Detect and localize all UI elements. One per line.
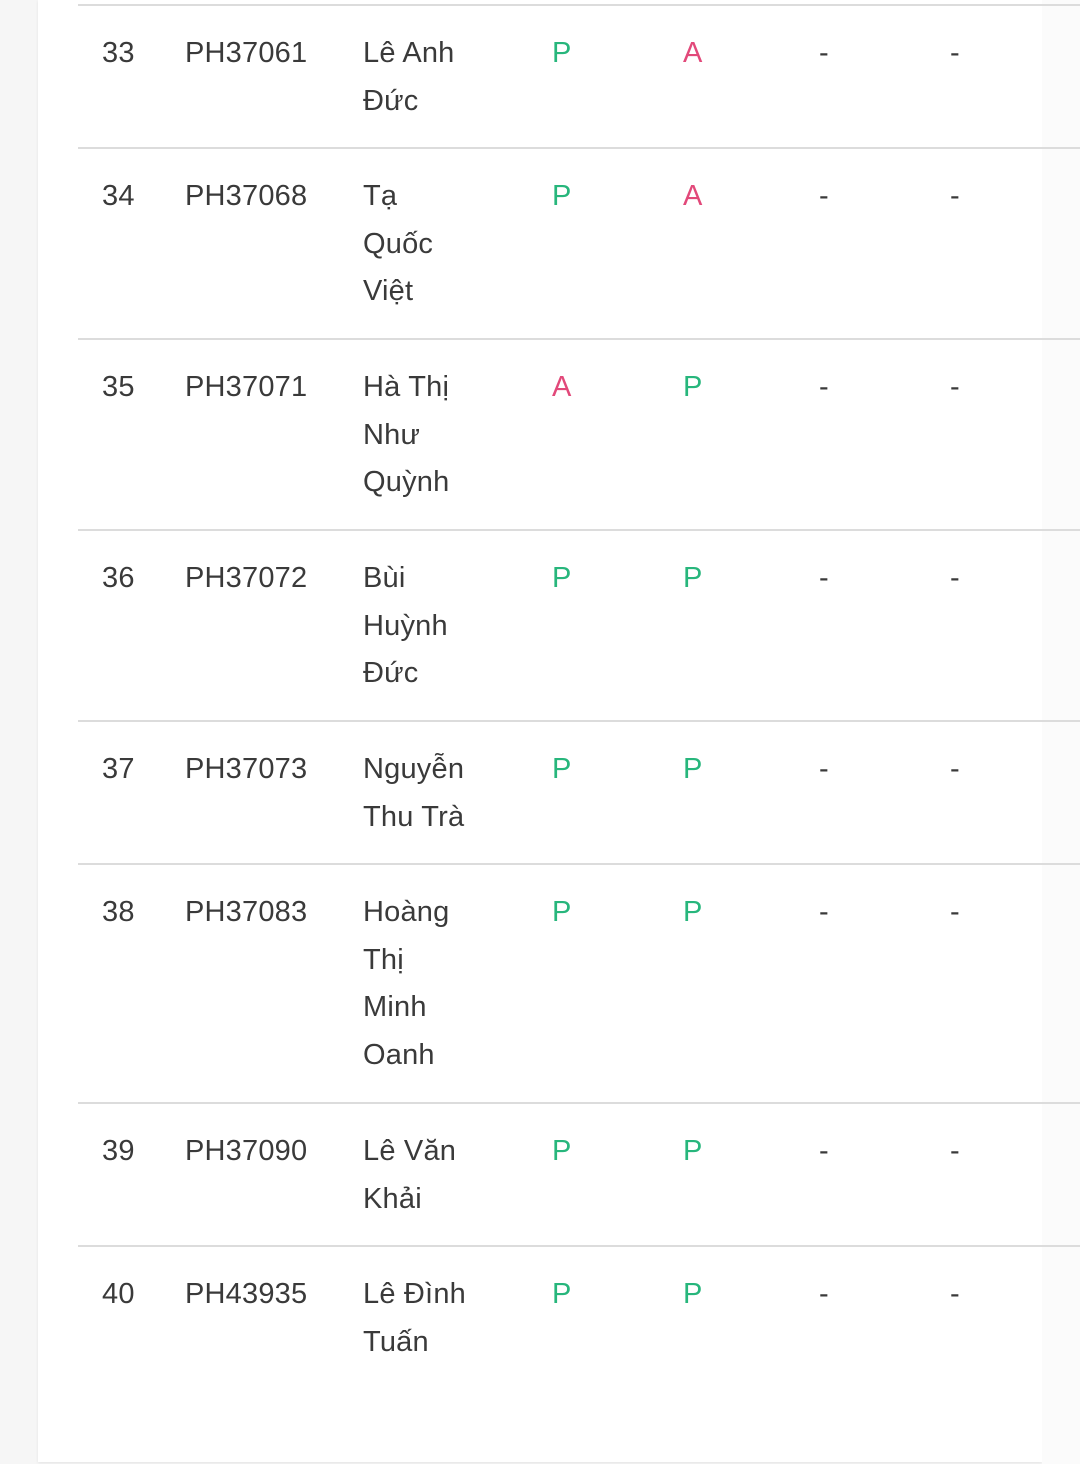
table-row: 37 PH37073 Nguyễn Thu Trà P P - - [0, 722, 1080, 865]
session-3-status: - [819, 180, 829, 212]
student-name: Hà Thị Như Quỳnh [363, 364, 503, 507]
student-code: PH37068 [185, 180, 308, 212]
session-4-status: - [950, 896, 960, 928]
session-4-status: - [950, 1135, 960, 1167]
row-number: 39 [102, 1135, 135, 1167]
session-3-status: - [819, 562, 829, 594]
session-2-status: P [683, 753, 703, 785]
student-name-line: Quốc [363, 227, 434, 260]
student-name: Lê Anh Đức [363, 30, 503, 125]
row-number: 36 [102, 562, 135, 594]
table-row: 34 PH37068 Tạ Quốc Việt P A - - [0, 149, 1080, 340]
student-name-line: Đức [363, 84, 419, 117]
session-1-status: P [552, 1135, 572, 1167]
table-row: 35 PH37071 Hà Thị Như Quỳnh A P - - [0, 340, 1080, 531]
student-name-line: Hà Thị [363, 371, 450, 403]
student-name-line: Quỳnh [363, 466, 450, 498]
table-row: 33 PH37061 Lê Anh Đức P A - - [0, 6, 1080, 149]
student-name-line: Minh [363, 991, 427, 1023]
session-1-status: A [552, 371, 572, 403]
session-2-status: P [683, 371, 703, 403]
session-2-status: P [683, 562, 703, 594]
row-number: 34 [102, 180, 135, 212]
student-name: Hoàng Thị Minh Oanh [363, 889, 503, 1079]
session-1-status: P [552, 753, 572, 785]
student-name-line: Tuấn [363, 1325, 429, 1358]
student-code: PH37071 [185, 371, 308, 403]
student-code: PH43935 [185, 1278, 308, 1310]
student-name-line: Đức [363, 657, 419, 689]
session-2-status: P [683, 1278, 703, 1310]
table-row: 38 PH37083 Hoàng Thị Minh Oanh P P - - [0, 865, 1080, 1104]
row-number: 38 [102, 896, 135, 928]
session-3-status: - [819, 1278, 829, 1310]
student-name: Lê Văn Khải [363, 1128, 503, 1223]
student-name: Bùi Huỳnh Đức [363, 555, 503, 698]
table-row: 36 PH37072 Bùi Huỳnh Đức P P - - [0, 531, 1080, 722]
row-number: 37 [102, 753, 135, 785]
student-name-line: Nguyễn [363, 753, 465, 785]
student-name-line: Khải [363, 1182, 422, 1215]
attendance-table: 33 PH37061 Lê Anh Đức P A - - 34 PH37068 Tạ Quốc Việ… [0, 6, 1080, 1462]
row-number: 40 [102, 1278, 135, 1310]
row-number: 33 [102, 37, 135, 69]
student-code: PH37073 [185, 753, 308, 785]
table-row: 40 PH43935 Lê Đình Tuấn P P - - [0, 1247, 1080, 1462]
student-code: PH37083 [185, 896, 308, 928]
student-name-line: Thu Trà [363, 800, 465, 833]
row-number: 35 [102, 371, 135, 403]
session-4-status: - [950, 753, 960, 785]
student-name: Tạ Quốc Việt [363, 173, 503, 316]
session-4-status: - [950, 37, 960, 69]
student-name-line: Lê Văn [363, 1135, 457, 1167]
student-name-line: Lê Đình [363, 1278, 466, 1310]
student-code: PH37090 [185, 1135, 308, 1167]
session-1-status: P [552, 562, 572, 594]
student-name: Lê Đình Tuấn [363, 1271, 503, 1366]
session-3-status: - [819, 753, 829, 785]
session-3-status: - [819, 896, 829, 928]
session-4-status: - [950, 562, 960, 594]
session-2-status: A [683, 180, 703, 212]
student-name: Nguyễn Thu Trà [363, 746, 503, 841]
session-2-status: A [683, 37, 703, 69]
session-3-status: - [819, 37, 829, 69]
session-1-status: P [552, 37, 572, 69]
student-name-line: Như [363, 418, 421, 451]
session-2-status: P [683, 896, 703, 928]
session-1-status: P [552, 180, 572, 212]
session-1-status: P [552, 896, 572, 928]
student-name-line: Oanh [363, 1038, 435, 1071]
student-name-line: Hoàng [363, 896, 450, 928]
student-name-line: Thị [363, 943, 404, 976]
session-4-status: - [950, 180, 960, 212]
student-code: PH37072 [185, 562, 308, 594]
session-4-status: - [950, 1278, 960, 1310]
session-3-status: - [819, 371, 829, 403]
session-1-status: P [552, 1278, 572, 1310]
student-name-line: Huỳnh [363, 609, 448, 642]
student-name-line: Lê Anh [363, 37, 455, 69]
session-3-status: - [819, 1135, 829, 1167]
student-name-line: Việt [363, 275, 414, 307]
session-2-status: P [683, 1135, 703, 1167]
student-name-line: Bùi [363, 562, 406, 594]
student-code: PH37061 [185, 37, 308, 69]
student-name-line: Tạ [363, 180, 398, 212]
session-4-status: - [950, 371, 960, 403]
table-row: 39 PH37090 Lê Văn Khải P P - - [0, 1104, 1080, 1247]
